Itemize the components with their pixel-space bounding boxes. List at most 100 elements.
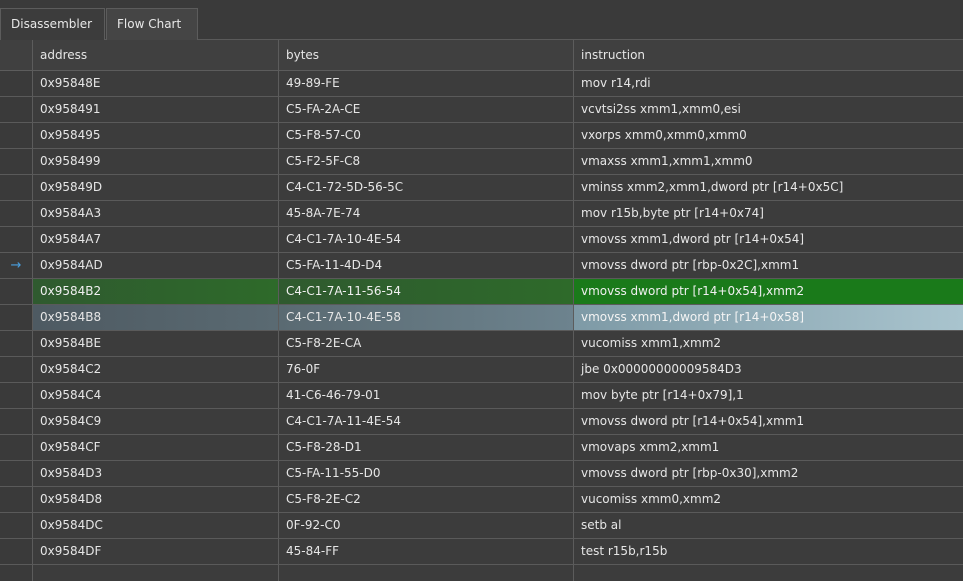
bytes-cell: 0F-92-C0 [278,513,573,538]
instruction-cell: setb al [573,513,963,538]
table-row[interactable]: 0x958499 C5-F2-5F-C8 vmaxss xmm1,xmm1,xmm0 [0,149,963,175]
instruction-cell: vminss xmm2,xmm1,dword ptr [r14+0x5C] [573,175,963,200]
tab-disassembler[interactable]: Disassembler [0,8,105,41]
bytes-cell: 45-84-FF [278,539,573,564]
address-cell: 0x958499 [32,149,278,174]
table-row[interactable] [0,565,963,581]
instruction-cell: vcvtsi2ss xmm1,xmm0,esi [573,97,963,122]
address-cell: 0x9584AD [32,253,278,278]
address-cell: 0x9584A3 [32,201,278,226]
table-row[interactable]: 0x9584CF C5-F8-28-D1 vmovaps xmm2,xmm1 [0,435,963,461]
address-cell: 0x9584B2 [32,279,278,304]
address-cell: 0x9584BE [32,331,278,356]
table-row[interactable]: 0x9584D8 C5-F8-2E-C2 vucomiss xmm0,xmm2 [0,487,963,513]
table-row[interactable]: 0x9584C2 76-0F jbe 0x00000000009584D3 [0,357,963,383]
bytes-cell: C5-F8-57-C0 [278,123,573,148]
table-row[interactable]: 0x958495 C5-F8-57-C0 vxorps xmm0,xmm0,xmm0 [0,123,963,149]
instruction-cell: vmovss xmm1,dword ptr [r14+0x58] [573,305,963,330]
bytes-cell: C4-C1-7A-11-4E-54 [278,409,573,434]
row-gutter[interactable] [0,123,32,148]
row-gutter[interactable] [0,201,32,226]
row-gutter[interactable] [0,97,32,122]
instruction-cell: jbe 0x00000000009584D3 [573,357,963,382]
row-gutter[interactable] [0,357,32,382]
instruction-cell: mov byte ptr [r14+0x79],1 [573,383,963,408]
address-cell: 0x9584B8 [32,305,278,330]
table-row[interactable]: 0x958491 C5-FA-2A-CE vcvtsi2ss xmm1,xmm0,e… [0,97,963,123]
current-instruction-arrow-icon[interactable]: → [0,253,32,278]
instruction-cell: vmaxss xmm1,xmm1,xmm0 [573,149,963,174]
table-row[interactable]: 0x9584C4 41-C6-46-79-01 mov byte ptr [r14+… [0,383,963,409]
address-cell: 0x9584D8 [32,487,278,512]
address-cell: 0x958495 [32,123,278,148]
table-row[interactable]: 0x9584D3 C5-FA-11-55-D0 vmovss dword ptr [… [0,461,963,487]
row-gutter[interactable] [0,331,32,356]
row-gutter[interactable] [0,227,32,252]
bytes-cell: C5-F8-28-D1 [278,435,573,460]
bytes-cell: C4-C1-7A-11-56-54 [278,279,573,304]
bytes-cell: C4-C1-7A-10-4E-58 [278,305,573,330]
row-gutter[interactable] [0,175,32,200]
table-row[interactable]: 0x9584C9 C4-C1-7A-11-4E-54 vmovss dword pt… [0,409,963,435]
table-header: address bytes instruction [0,40,963,71]
row-gutter[interactable] [0,539,32,564]
address-cell: 0x958491 [32,97,278,122]
instruction-cell: vmovss dword ptr [r14+0x54],xmm2 [573,279,963,304]
instruction-cell: test r15b,r15b [573,539,963,564]
bytes-cell: C4-C1-7A-10-4E-54 [278,227,573,252]
table-row[interactable]: 0x95848E 49-89-FE mov r14,rdi [0,71,963,97]
row-gutter[interactable] [0,435,32,460]
table-row[interactable]: → 0x9584AD C5-FA-11-4D-D4 vmovss dword ptr … [0,253,963,279]
row-cell [32,565,278,581]
row-cell [0,565,32,581]
tab-flow-chart[interactable]: Flow Chart [106,8,198,40]
bytes-cell: C5-FA-11-4D-D4 [278,253,573,278]
bytes-cell: 76-0F [278,357,573,382]
bytes-cell: 45-8A-7E-74 [278,201,573,226]
column-header-instruction[interactable]: instruction [573,40,963,70]
row-gutter[interactable] [0,513,32,538]
instruction-cell: mov r15b,byte ptr [r14+0x74] [573,201,963,226]
row-gutter[interactable] [0,279,32,304]
instruction-cell: vmovaps xmm2,xmm1 [573,435,963,460]
table-row[interactable]: 0x9584BE C5-F8-2E-CA vucomiss xmm1,xmm2 [0,331,963,357]
address-cell: 0x9584CF [32,435,278,460]
row-gutter[interactable] [0,487,32,512]
table-row[interactable]: 0x95849D C4-C1-72-5D-56-5C vminss xmm2,xmm… [0,175,963,201]
row-gutter[interactable] [0,71,32,96]
address-cell: 0x9584C9 [32,409,278,434]
table-row[interactable]: 0x9584A3 45-8A-7E-74 mov r15b,byte ptr [r1… [0,201,963,227]
table-row[interactable]: 0x9584B2 C4-C1-7A-11-56-54 vmovss dword pt… [0,279,963,305]
instruction-cell: vxorps xmm0,xmm0,xmm0 [573,123,963,148]
instruction-cell: mov r14,rdi [573,71,963,96]
table-row[interactable]: 0x9584A7 C4-C1-7A-10-4E-54 vmovss xmm1,dwo… [0,227,963,253]
address-cell: 0x9584A7 [32,227,278,252]
address-cell: 0x95848E [32,71,278,96]
bytes-cell: C5-F8-2E-C2 [278,487,573,512]
address-cell: 0x9584DC [32,513,278,538]
bytes-cell: C5-F2-5F-C8 [278,149,573,174]
bytes-cell: C4-C1-72-5D-56-5C [278,175,573,200]
instruction-cell: vmovss dword ptr [rbp-0x2C],xmm1 [573,253,963,278]
table-row[interactable]: 0x9584B8 C4-C1-7A-10-4E-58 vmovss xmm1,dwo… [0,305,963,331]
bytes-cell: 41-C6-46-79-01 [278,383,573,408]
address-cell: 0x9584C4 [32,383,278,408]
disassembly-table[interactable]: address bytes instruction 0x95848E 49-89-… [0,40,963,581]
address-cell: 0x95849D [32,175,278,200]
row-gutter[interactable] [0,409,32,434]
instruction-cell: vmovss dword ptr [r14+0x54],xmm1 [573,409,963,434]
row-gutter[interactable] [0,305,32,330]
column-header-bytes[interactable]: bytes [278,40,573,70]
instruction-cell: vucomiss xmm1,xmm2 [573,331,963,356]
address-cell: 0x9584C2 [32,357,278,382]
table-row[interactable]: 0x9584DC 0F-92-C0 setb al [0,513,963,539]
bytes-cell: C5-FA-11-55-D0 [278,461,573,486]
address-cell: 0x9584DF [32,539,278,564]
bytes-cell: 49-89-FE [278,71,573,96]
row-gutter[interactable] [0,461,32,486]
column-header-address[interactable]: address [32,40,278,70]
row-gutter[interactable] [0,149,32,174]
row-gutter[interactable] [0,383,32,408]
table-row[interactable]: 0x9584DF 45-84-FF test r15b,r15b [0,539,963,565]
address-cell: 0x9584D3 [32,461,278,486]
